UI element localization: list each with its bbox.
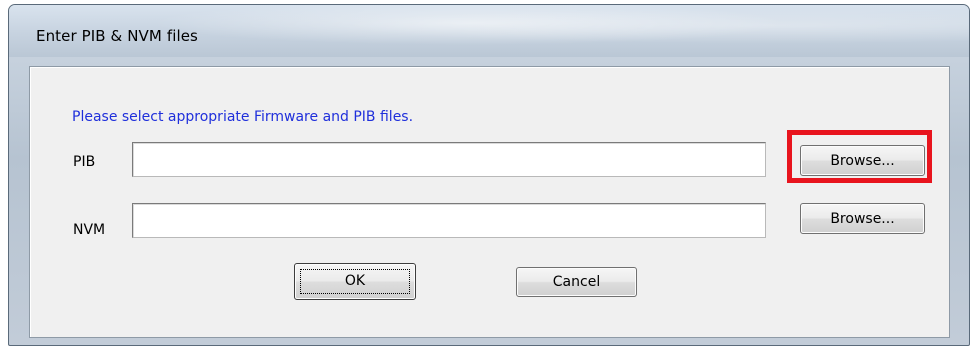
pib-path-field[interactable] xyxy=(132,142,766,177)
dialog-content: Please select appropriate Firmware and P… xyxy=(29,66,950,338)
highlight-annotation-box xyxy=(787,130,932,183)
instruction-text: Please select appropriate Firmware and P… xyxy=(72,109,414,125)
nvm-label: NVM xyxy=(73,222,106,238)
ok-button-label: OK xyxy=(344,273,366,289)
cancel-button[interactable]: Cancel xyxy=(516,267,637,297)
nvm-browse-button[interactable]: Browse... xyxy=(800,203,925,234)
pib-label: PIB xyxy=(73,154,96,170)
title-bar[interactable]: Enter PIB & NVM files xyxy=(9,5,969,57)
window-title: Enter PIB & NVM files xyxy=(36,27,198,45)
ok-button[interactable]: OK xyxy=(294,263,416,300)
nvm-path-field[interactable] xyxy=(132,203,766,238)
